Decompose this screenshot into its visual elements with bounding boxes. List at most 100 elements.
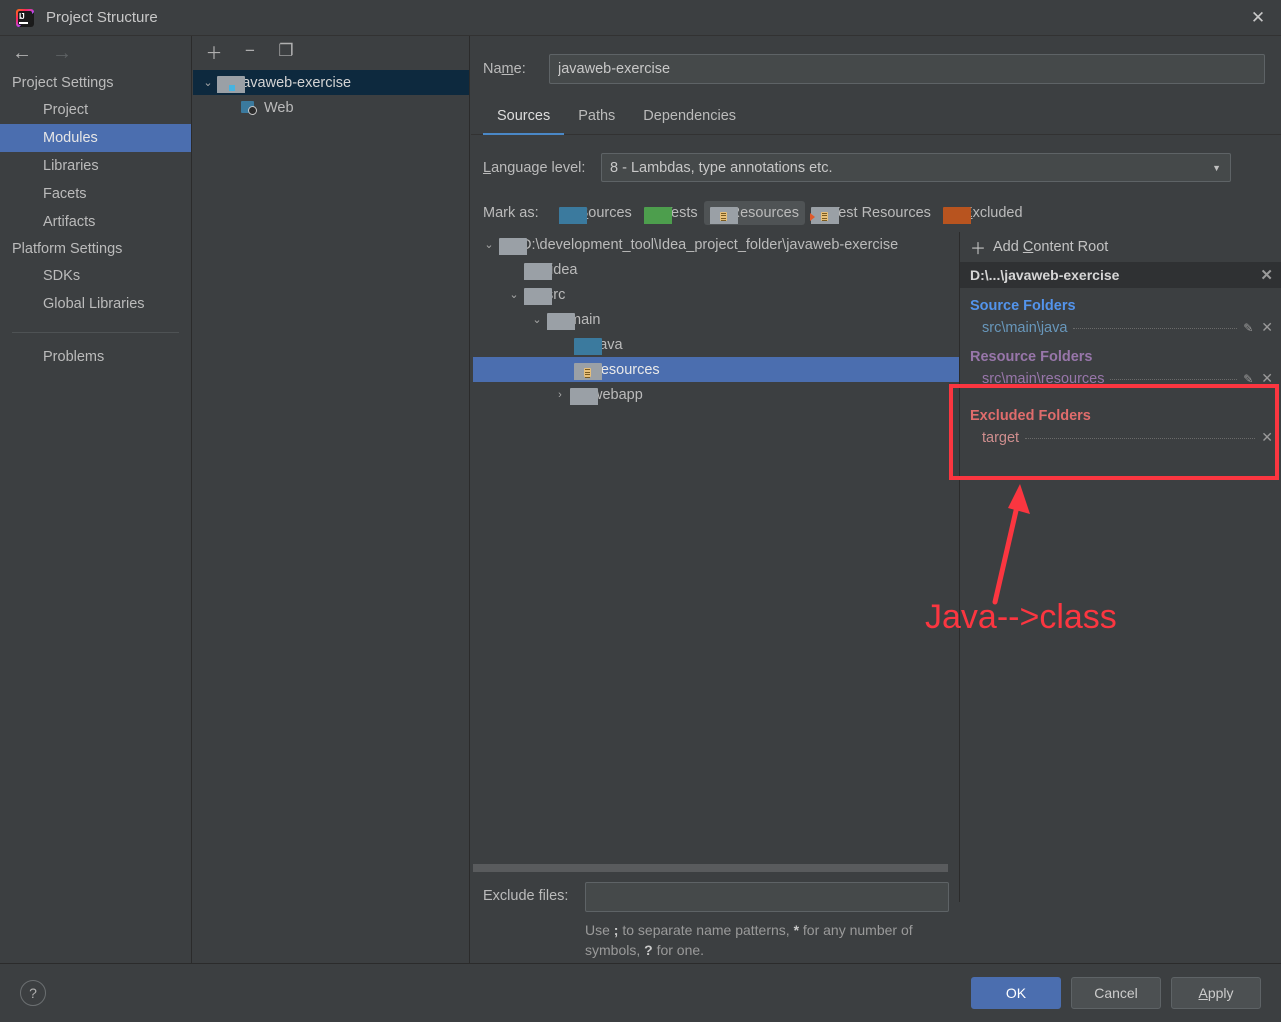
mark-as-test-resources-label: Test Resources <box>830 205 931 221</box>
dotted-leader <box>1025 438 1256 439</box>
tab-dependencies[interactable]: Dependencies <box>629 102 750 135</box>
module-name-row: Name: <box>471 36 1281 84</box>
sources-folder-icon <box>558 206 587 224</box>
source-tree-row-content-root[interactable]: ⌄ D:\development_tool\Idea_project_folde… <box>473 232 959 257</box>
add-module-button[interactable]: ＋ <box>201 38 227 64</box>
ok-button[interactable]: OK <box>971 977 1061 1009</box>
dialog-buttons: OK Cancel Apply <box>971 977 1261 1009</box>
remove-content-root-icon[interactable]: ✕ <box>1260 266 1273 284</box>
sidebar-item-facets[interactable]: Facets <box>0 180 191 208</box>
dotted-leader <box>1110 379 1238 380</box>
mark-as-resources-button[interactable]: Resources <box>703 201 805 225</box>
resources-folder-icon <box>574 363 602 380</box>
source-tree-row-idea[interactable]: \u203a .idea <box>473 257 959 282</box>
help-button[interactable]: ? <box>20 980 46 1006</box>
scrollbar-thumb[interactable] <box>473 864 948 872</box>
remove-source-folder-icon[interactable]: ✕ <box>1261 319 1273 336</box>
hint-part-a: Use <box>585 922 614 938</box>
source-tree-row-src[interactable]: ⌄ src <box>473 282 959 307</box>
tests-folder-icon <box>643 206 672 224</box>
sidebar-item-modules[interactable]: Modules <box>0 124 191 152</box>
forward-arrow-icon[interactable]: → <box>52 43 72 63</box>
sidebar-item-global-libraries[interactable]: Global Libraries <box>0 290 191 318</box>
exclude-files-row: Exclude files: <box>471 882 961 912</box>
excluded-folders-section: Excluded Folders target ✕ <box>960 390 1281 449</box>
module-tree-toolbar: ＋ − ❐ <box>193 36 469 66</box>
folder-icon <box>499 238 527 255</box>
tab-paths[interactable]: Paths <box>564 102 629 135</box>
excluded-folder-entry[interactable]: target ✕ <box>970 426 1273 449</box>
intellij-idea-icon: IJ <box>16 8 34 27</box>
language-level-label: Language level: <box>483 159 586 176</box>
mark-as-label: Mark as: <box>483 205 539 221</box>
mark-as-sources-button[interactable]: Sources <box>553 201 638 225</box>
sources-folder-icon <box>574 338 602 355</box>
source-tree-row-label: D:\development_tool\Idea_project_folder\… <box>521 236 899 253</box>
mark-as-test-resources-button[interactable]: Test Resources <box>805 201 937 225</box>
test-resources-folder-icon <box>809 206 839 224</box>
language-level-select[interactable]: 8 - Lambdas, type annotations etc. ▼ <box>601 153 1231 182</box>
chevron-down-icon[interactable]: ⌄ <box>504 288 524 301</box>
module-name-label: Name: <box>483 61 526 77</box>
source-tree-row-java[interactable]: java <box>473 332 959 357</box>
chevron-right-icon[interactable]: › <box>550 389 570 401</box>
remove-excluded-folder-icon[interactable]: ✕ <box>1261 429 1273 446</box>
cancel-button[interactable]: Cancel <box>1071 977 1161 1009</box>
resource-folder-entry[interactable]: src\main\resources ✎ ✕ <box>970 367 1273 390</box>
source-tree-row-main[interactable]: ⌄ main <box>473 307 959 332</box>
resources-folder-icon <box>709 206 738 224</box>
source-tree-row-webapp[interactable]: › webapp <box>473 382 959 407</box>
source-tree-row-label: resources <box>596 361 660 378</box>
edit-pencil-icon[interactable]: ✎ <box>1243 372 1253 386</box>
exclude-files-hint: Use ; to separate name patterns, * for a… <box>585 920 955 960</box>
excluded-folder-icon <box>942 206 971 224</box>
folder-icon <box>524 263 552 280</box>
close-icon[interactable]: ✕ <box>1235 0 1281 36</box>
module-name-input[interactable] <box>549 54 1265 84</box>
mark-as-resources-label: Resources <box>729 205 799 221</box>
resource-folders-section: Resource Folders src\main\resources ✎ ✕ <box>960 339 1281 390</box>
sidebar-item-problems[interactable]: Problems <box>0 343 191 371</box>
web-facet-icon <box>241 100 257 115</box>
chevron-down-icon[interactable]: ⌄ <box>199 76 217 89</box>
source-tree-row-resources[interactable]: resources <box>473 357 959 382</box>
dialog-footer: ? OK Cancel Apply <box>0 963 1281 1022</box>
sidebar-item-sdks[interactable]: SDKs <box>0 262 191 290</box>
sidebar-item-libraries[interactable]: Libraries <box>0 152 191 180</box>
content-roots-panel: ＋ Add Content Root D:\...\javaweb-exerci… <box>959 232 1281 902</box>
window-title: Project Structure <box>46 9 158 26</box>
module-tree-row-javaweb-exercise[interactable]: ⌄ javaweb-exercise <box>193 70 469 95</box>
horizontal-scrollbar[interactable] <box>473 862 948 872</box>
edit-pencil-icon[interactable]: ✎ <box>1243 321 1253 335</box>
chevron-down-icon[interactable]: ⌄ <box>479 238 499 251</box>
exclude-files-label: Exclude files: <box>483 888 569 904</box>
remove-resource-folder-icon[interactable]: ✕ <box>1261 370 1273 387</box>
remove-module-button[interactable]: − <box>237 38 263 64</box>
exclude-files-input[interactable] <box>585 882 949 912</box>
mark-as-excluded-button[interactable]: Excluded <box>937 201 1029 225</box>
back-arrow-icon[interactable]: ← <box>12 43 32 63</box>
tab-sources[interactable]: Sources <box>483 102 565 135</box>
content-root-path: D:\...\javaweb-exercise <box>970 267 1120 283</box>
module-tree-row-label: Web <box>264 99 294 116</box>
sidebar-item-project[interactable]: Project <box>0 96 191 124</box>
source-folders-title: Source Folders <box>970 298 1076 314</box>
copy-module-button[interactable]: ❐ <box>273 38 299 64</box>
apply-button[interactable]: Apply <box>1171 977 1261 1009</box>
source-folder-tree: ⌄ D:\development_tool\Idea_project_folde… <box>473 232 959 862</box>
chevron-down-icon[interactable]: ⌄ <box>527 313 547 326</box>
source-folder-entry[interactable]: src\main\java ✎ ✕ <box>970 316 1273 339</box>
sidebar-item-artifacts[interactable]: Artifacts <box>0 208 191 236</box>
mark-as-tests-button[interactable]: Tests <box>638 201 704 225</box>
source-tree-row-label: webapp <box>592 386 643 403</box>
module-tree-panel: ＋ − ❐ ⌄ javaweb-exercise Web <box>193 36 470 963</box>
sidebar-group-platform-settings: Platform Settings <box>12 241 123 257</box>
sources-area: ⌄ D:\development_tool\Idea_project_folde… <box>471 232 1281 958</box>
sidebar-divider <box>12 332 179 333</box>
language-level-value: 8 - Lambdas, type annotations etc. <box>610 159 833 176</box>
module-tree-row-web[interactable]: Web <box>193 95 469 120</box>
add-content-root-button[interactable]: ＋ Add Content Root <box>960 232 1281 262</box>
source-folders-section: Source Folders src\main\java ✎ ✕ <box>960 288 1281 339</box>
chevron-down-icon[interactable]: ▼ <box>1212 163 1221 173</box>
folder-icon <box>547 313 575 330</box>
